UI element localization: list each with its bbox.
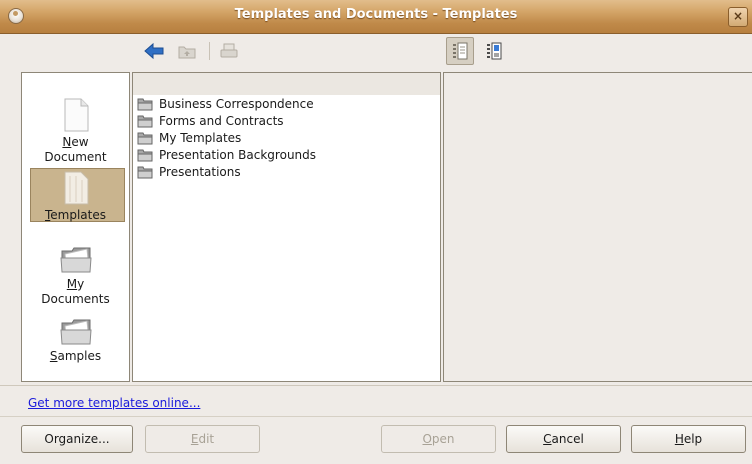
nav-my-documents-mnemonic: M xyxy=(66,277,78,291)
back-button[interactable] xyxy=(143,40,165,62)
cancel-mnemonic: C xyxy=(543,432,552,446)
title-bar: Templates and Documents - Templates × xyxy=(0,0,752,34)
list-item[interactable]: Presentation Backgrounds xyxy=(137,146,316,163)
folder-icon xyxy=(137,98,153,110)
folder-icon xyxy=(137,149,153,161)
template-list-panel: Business Correspondence Forms and Contra… xyxy=(132,72,441,382)
organize-button[interactable]: Organize... xyxy=(21,425,133,453)
open-mnemonic: O xyxy=(422,432,432,446)
folder-up-icon xyxy=(178,46,196,59)
folder-icon xyxy=(137,115,153,127)
close-window-button[interactable]: × xyxy=(728,7,748,27)
folder-up-button[interactable] xyxy=(176,40,198,62)
category-panel: New Document Templates My Documents Samp… xyxy=(21,72,130,382)
view-preview-icon xyxy=(487,42,502,60)
list-item-label: Presentation Backgrounds xyxy=(159,147,317,162)
cancel-label: ancel xyxy=(551,432,584,446)
nav-samples[interactable]: Samples xyxy=(22,317,129,364)
preview-panel xyxy=(443,72,752,382)
get-more-templates-link[interactable]: Get more templates online... xyxy=(28,396,200,410)
edit-label: dit xyxy=(198,432,215,446)
nav-samples-label: amples xyxy=(57,349,102,363)
print-button[interactable] xyxy=(218,40,240,62)
help-label: elp xyxy=(683,432,703,446)
divider xyxy=(0,416,752,417)
list-item-label: Business Correspondence xyxy=(159,96,314,111)
samples-folder-icon xyxy=(59,319,92,345)
nav-new-document[interactable]: New Document xyxy=(22,97,129,165)
list-header-strip xyxy=(133,73,440,95)
nav-templates[interactable]: Templates xyxy=(22,168,129,223)
new-document-icon xyxy=(64,98,88,132)
window-title: Templates and Documents - Templates xyxy=(234,7,518,22)
print-icon xyxy=(220,43,238,58)
help-mnemonic: H xyxy=(674,432,684,446)
list-item-label: My Templates xyxy=(159,130,242,145)
back-arrow-icon xyxy=(144,42,164,60)
edit-button[interactable]: Edit xyxy=(145,425,260,453)
open-button[interactable]: Open xyxy=(381,425,496,453)
list-item-label: Forms and Contracts xyxy=(159,113,284,128)
nav-new-document-label-2: Document xyxy=(44,150,107,164)
toolbar-separator xyxy=(209,42,210,60)
list-item[interactable]: Forms and Contracts xyxy=(137,112,284,129)
nav-my-documents-label-2: Documents xyxy=(41,292,110,306)
nav-templates-label: emplates xyxy=(50,208,106,222)
list-item-label: Presentations xyxy=(159,164,241,179)
my-documents-folder-icon xyxy=(59,247,92,273)
list-item[interactable]: Presentations xyxy=(137,163,241,180)
open-label: pen xyxy=(431,432,455,446)
cancel-button[interactable]: Cancel xyxy=(506,425,621,453)
view-preview-button[interactable] xyxy=(481,38,507,64)
templates-icon xyxy=(64,171,88,205)
nav-new-document-label-1: ew xyxy=(71,135,89,149)
list-item[interactable]: Business Correspondence xyxy=(137,95,314,112)
folder-icon xyxy=(137,132,153,144)
divider xyxy=(0,385,752,386)
nav-my-documents-label-1: y xyxy=(77,277,85,291)
folder-icon xyxy=(137,166,153,178)
view-details-icon xyxy=(453,42,468,60)
edit-mnemonic: E xyxy=(190,432,199,446)
nav-my-documents[interactable]: My Documents xyxy=(22,245,129,307)
list-item[interactable]: My Templates xyxy=(137,129,241,146)
view-details-button[interactable] xyxy=(446,37,474,65)
help-button[interactable]: Help xyxy=(631,425,746,453)
